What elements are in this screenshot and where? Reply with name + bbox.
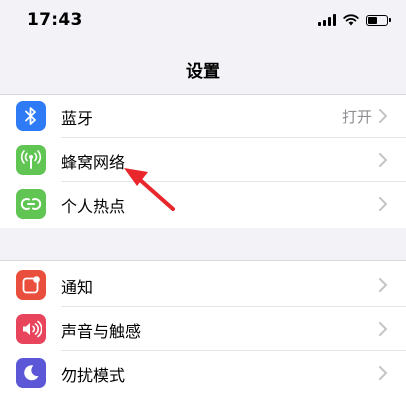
sounds-icon-box (16, 314, 46, 344)
sounds-icon (23, 320, 42, 338)
settings-row-label: 勿扰模式 (61, 366, 126, 385)
settings-group-connectivity: 蓝牙 打开 蜂窝网络 个人热点 (0, 94, 406, 228)
page-title: 设置 (186, 62, 220, 82)
notifications-icon-box (16, 270, 46, 300)
group-divider (0, 260, 406, 261)
chevron-right-icon (379, 366, 387, 380)
settings-row-label: 蜂窝网络 (61, 153, 126, 172)
chevron-right-icon (379, 197, 387, 211)
hotspot-icon-box (16, 189, 46, 219)
settings-row-label: 声音与触感 (61, 322, 142, 341)
wifi-icon (343, 14, 359, 26)
settings-row-label: 个人热点 (61, 197, 126, 216)
status-time: 17:43 (27, 10, 83, 30)
chevron-right-icon (379, 322, 387, 336)
settings-row-label: 蓝牙 (61, 109, 94, 128)
settings-row-do-not-disturb[interactable]: 勿扰模式 (0, 351, 406, 395)
cellular-signal-icon (318, 14, 336, 26)
moon-icon (24, 365, 39, 381)
notifications-icon (22, 276, 40, 294)
chevron-right-icon (379, 153, 387, 167)
settings-row-sounds[interactable]: 声音与触感 (0, 307, 406, 351)
settings-row-value: 打开 (341, 108, 372, 126)
do-not-disturb-icon-box (16, 358, 46, 388)
status-icons (318, 14, 391, 26)
cellular-antenna-icon (20, 150, 42, 169)
bluetooth-icon (25, 107, 36, 125)
settings-row-label: 通知 (61, 278, 94, 297)
settings-row-bluetooth[interactable]: 蓝牙 打开 (0, 94, 406, 138)
cellular-icon-box (16, 145, 46, 175)
battery-icon (366, 14, 391, 26)
chevron-right-icon (379, 109, 387, 123)
nav-bar: 设置 (0, 44, 406, 88)
chevron-right-icon (379, 278, 387, 292)
settings-group-notifications: 通知 声音与触感 勿扰模式 (0, 260, 406, 403)
personal-hotspot-icon (20, 198, 42, 210)
status-bar: 17:43 (0, 0, 406, 44)
settings-row-hotspot[interactable]: 个人热点 (0, 182, 406, 226)
settings-row-cellular[interactable]: 蜂窝网络 (0, 138, 406, 182)
bluetooth-icon-box (16, 101, 46, 131)
settings-row-notifications[interactable]: 通知 (0, 263, 406, 307)
